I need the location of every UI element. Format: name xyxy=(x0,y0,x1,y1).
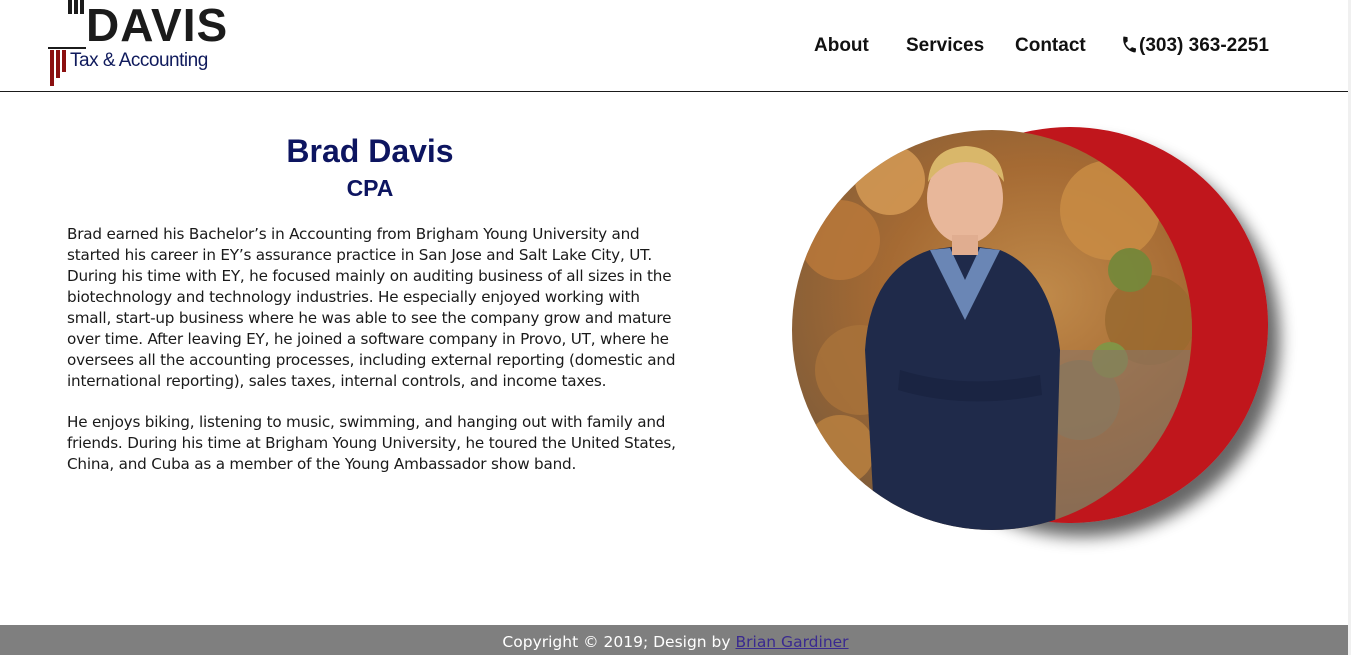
phone-number: (303) 363-2251 xyxy=(1139,35,1269,56)
main-nav: About Services Contact (303) 363-2251 xyxy=(0,35,1351,59)
profile-name: Brad Davis xyxy=(286,133,454,169)
designer-link[interactable]: Brian Gardiner xyxy=(736,633,849,651)
phone-link[interactable]: (303) 363-2251 xyxy=(1120,35,1269,57)
site-header: DAVIS Tax & Accounting About Services Co… xyxy=(0,0,1351,92)
bio-paragraph: He enjoys biking, listening to music, sw… xyxy=(67,413,676,473)
profile-credential: CPA xyxy=(346,175,394,201)
nav-about-link[interactable]: About xyxy=(814,35,869,57)
portrait-graphic xyxy=(792,127,1268,530)
nav-contact-link[interactable]: Contact xyxy=(1015,35,1086,57)
portrait xyxy=(780,120,1300,560)
phone-icon xyxy=(1123,36,1137,53)
nav-services-link[interactable]: Services xyxy=(906,35,984,57)
bio-paragraph: Brad earned his Bachelor’s in Accounting… xyxy=(67,225,676,390)
site-footer: Copyright © 2019; Design by Brian Gardin… xyxy=(0,625,1351,655)
copyright-text: Copyright © 2019; Design by xyxy=(502,633,736,651)
